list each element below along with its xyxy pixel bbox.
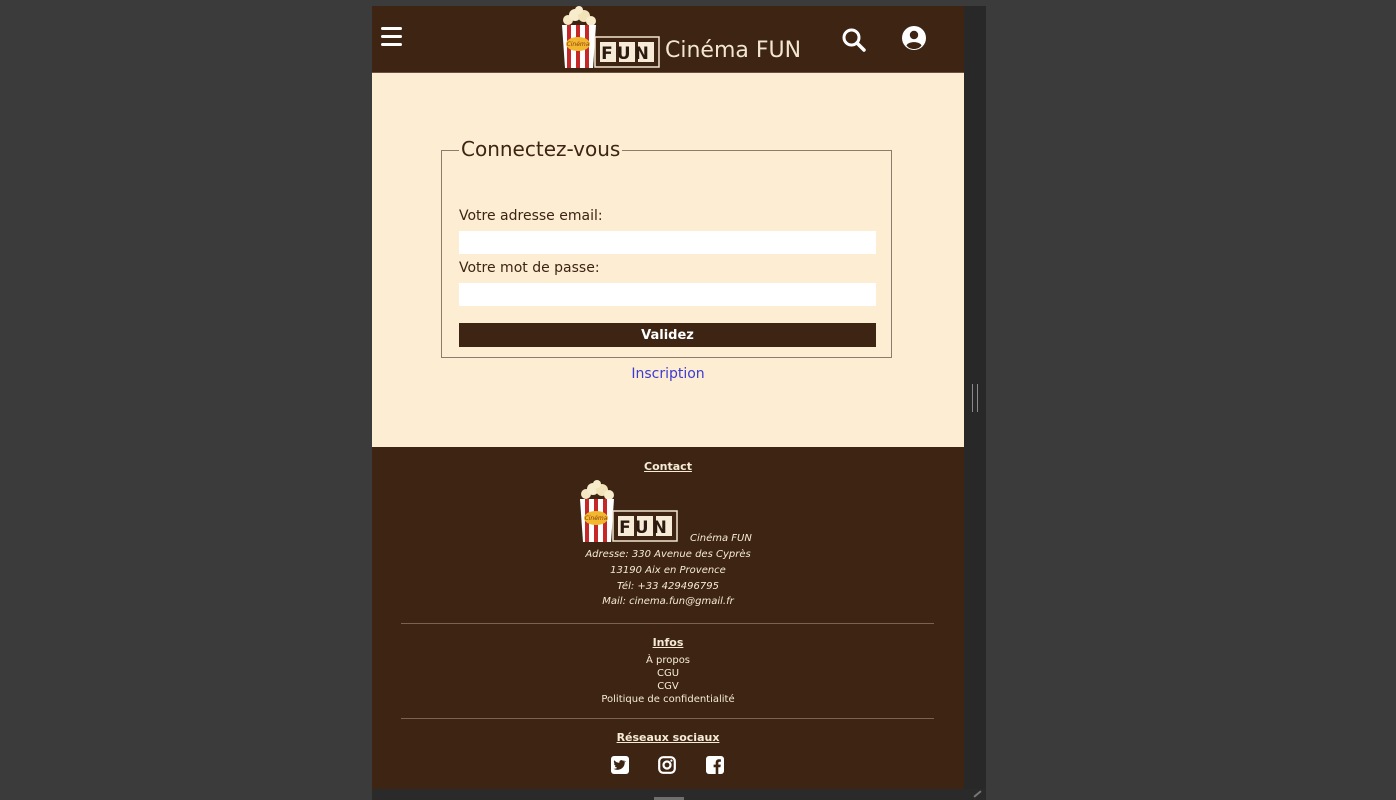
about-link[interactable]: À propos — [372, 655, 964, 666]
site-footer: Contact Cinéma FUN Cinéma FUN Adresse: 3… — [372, 447, 964, 789]
submit-button[interactable]: Validez — [459, 323, 876, 347]
site-header: Cinéma FUN Cinéma FUN — [372, 6, 964, 73]
cgv-link[interactable]: CGV — [372, 681, 964, 692]
popcorn-icon: Cinéma — [562, 6, 596, 68]
footer-divider — [401, 623, 934, 624]
page-frame: Cinéma FUN Cinéma FUN Connectez-vous Vot… — [372, 6, 964, 789]
footer-logo: Cinéma FUN — [580, 480, 678, 542]
footer-divider — [401, 718, 934, 719]
infos-heading[interactable]: Infos — [372, 636, 964, 649]
popcorn-icon: Cinéma — [580, 480, 614, 542]
hamburger-menu-icon[interactable] — [381, 27, 402, 46]
search-icon[interactable] — [841, 27, 867, 53]
cgu-link[interactable]: CGU — [372, 668, 964, 679]
site-title: Cinéma FUN — [665, 38, 802, 63]
email-label: Votre adresse email: — [459, 208, 603, 224]
svg-text:FUN: FUN — [619, 518, 671, 538]
resize-handle[interactable] — [972, 384, 978, 412]
login-legend: Connectez-vous — [459, 137, 623, 161]
password-label: Votre mot de passe: — [459, 260, 600, 276]
password-field[interactable] — [459, 283, 876, 306]
email-field[interactable] — [459, 231, 876, 254]
privacy-policy-link[interactable]: Politique de confidentialité — [372, 694, 964, 705]
svg-text:FUN: FUN — [601, 44, 653, 64]
instagram-icon[interactable] — [658, 756, 676, 774]
svg-text:Cinéma: Cinéma — [585, 515, 608, 522]
phone-number: Tél: +33 429496795 — [617, 581, 719, 592]
cinema-fun-logo[interactable]: Cinéma FUN — [559, 6, 663, 72]
user-account-icon[interactable] — [902, 26, 926, 50]
register-link[interactable]: Inscription — [372, 366, 964, 382]
social-heading[interactable]: Réseaux sociaux — [372, 731, 964, 744]
address-line-2: 13190 Aix en Provence — [610, 565, 726, 576]
facebook-icon[interactable] — [706, 756, 724, 774]
address-line-1: Adresse: 330 Avenue des Cyprès — [585, 549, 751, 560]
email-address: Mail: cinema.fun@gmail.fr — [602, 596, 734, 607]
twitter-icon[interactable] — [611, 756, 629, 774]
footer-brand-name: Cinéma FUN — [690, 533, 752, 544]
svg-text:Cinéma: Cinéma — [567, 41, 590, 48]
contact-heading[interactable]: Contact — [372, 460, 964, 473]
